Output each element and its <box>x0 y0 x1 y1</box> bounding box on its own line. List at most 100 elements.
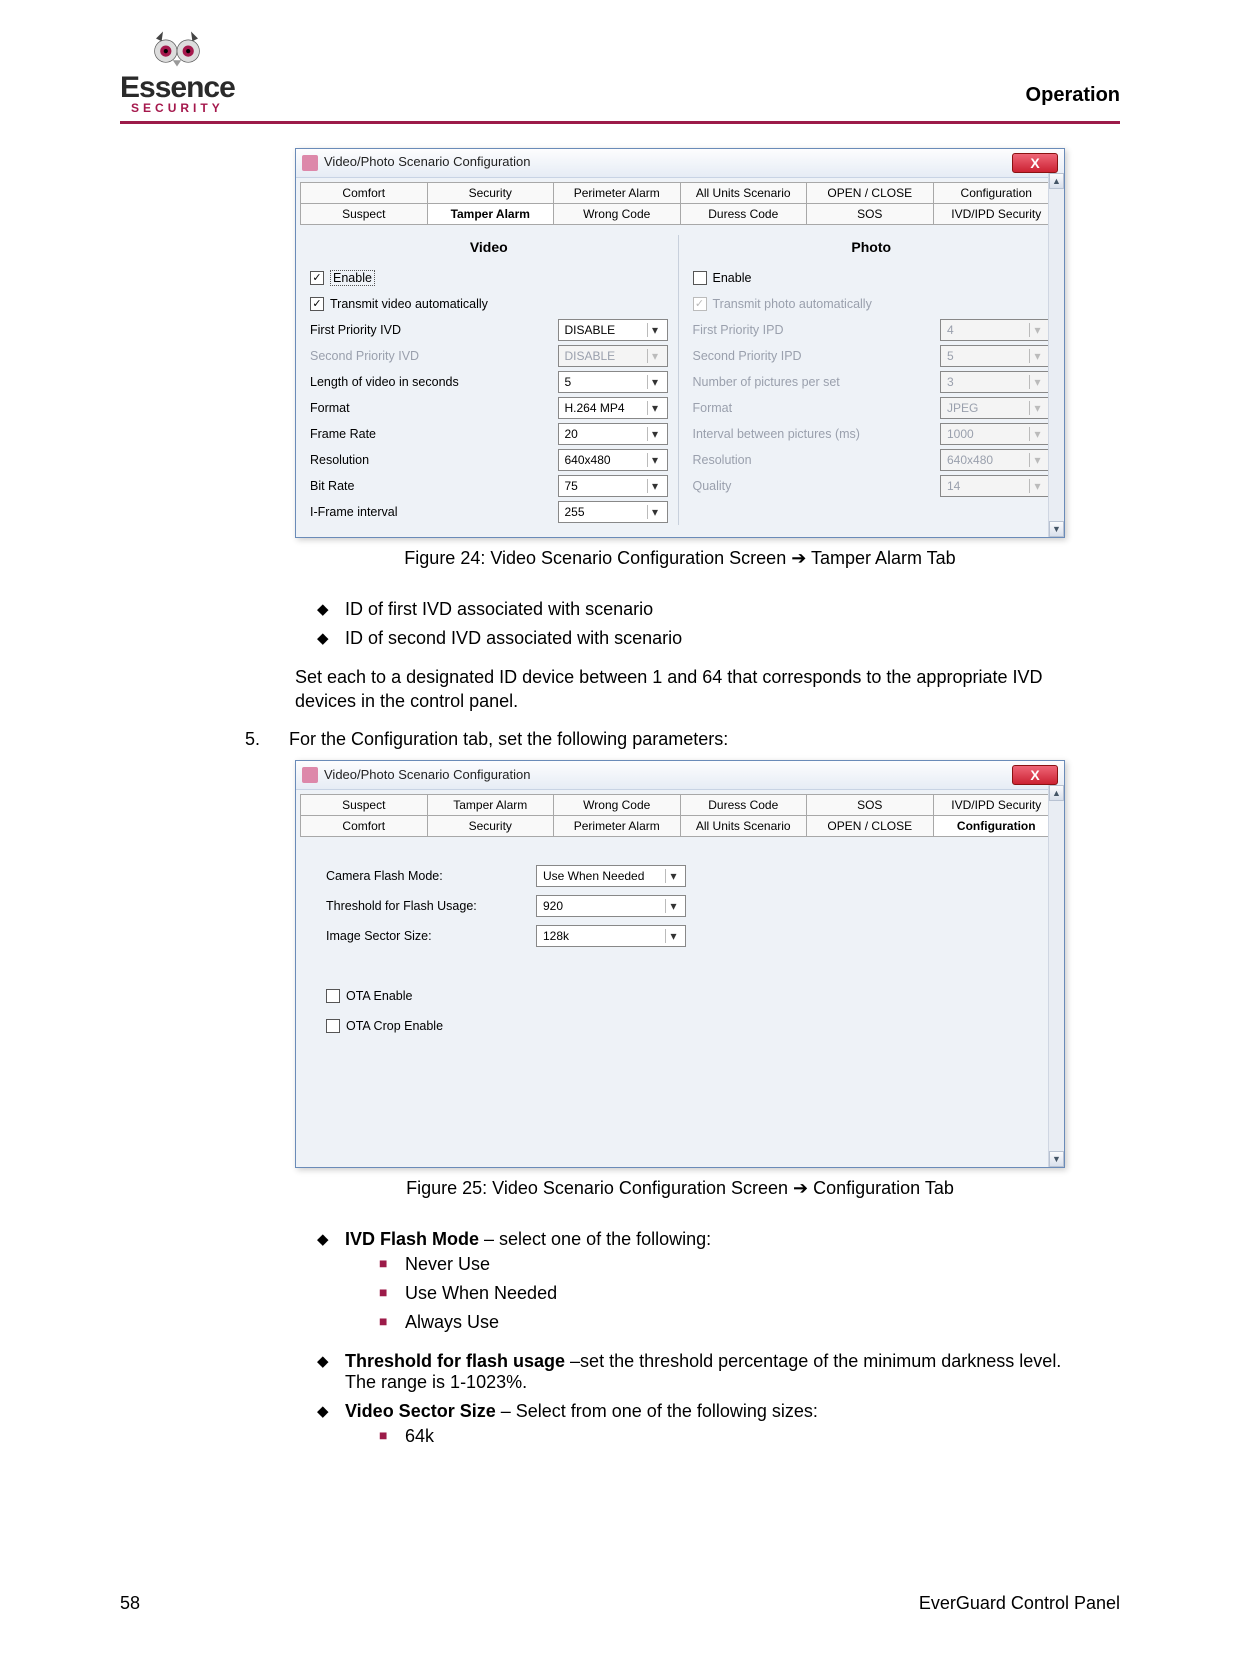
dropdown: 3▾ <box>940 371 1050 393</box>
numbered-step: 5. For the Configuration tab, set the fo… <box>245 729 1065 750</box>
dropdown: 4▾ <box>940 319 1050 341</box>
tab-configuration[interactable]: Configuration <box>934 183 1060 203</box>
close-button[interactable]: X <box>1012 153 1058 173</box>
tab-ivd-ipd-security[interactable]: IVD/IPD Security <box>934 795 1060 815</box>
field-label: Frame Rate <box>310 427 558 441</box>
chevron-down-icon: ▾ <box>665 869 681 883</box>
field-label: Image Sector Size: <box>326 929 536 943</box>
dropdown: 14▾ <box>940 475 1050 497</box>
dropdown[interactable]: 255▾ <box>558 501 668 523</box>
dropdown[interactable]: DISABLE▾ <box>558 319 668 341</box>
checkbox[interactable] <box>326 989 340 1003</box>
field-label: Resolution <box>310 453 558 467</box>
scrollbar[interactable]: ▲▼ <box>1048 173 1064 537</box>
tab-all-units-scenario[interactable]: All Units Scenario <box>681 816 808 836</box>
column-heading: Photo <box>693 239 1051 255</box>
scroll-up-button[interactable]: ▲ <box>1049 785 1064 801</box>
dropdown[interactable]: 128k▾ <box>536 925 686 947</box>
tab-all-units-scenario[interactable]: All Units Scenario <box>681 183 808 203</box>
dropdown[interactable]: 20▾ <box>558 423 668 445</box>
chevron-down-icon: ▾ <box>647 401 663 415</box>
dropdown: JPEG▾ <box>940 397 1050 419</box>
chevron-down-icon: ▾ <box>665 899 681 913</box>
chevron-down-icon: ▾ <box>1029 323 1045 337</box>
tab-perimeter-alarm[interactable]: Perimeter Alarm <box>554 816 681 836</box>
tab-suspect[interactable]: Suspect <box>301 204 428 224</box>
chevron-down-icon: ▾ <box>647 375 663 389</box>
brand-logo: Essence SECURITY <box>120 30 235 115</box>
dialog-title: Video/Photo Scenario Configuration <box>302 154 530 171</box>
field-label: Second Priority IVD <box>310 349 558 363</box>
column-heading: Video <box>310 239 668 255</box>
field-label: First Priority IVD <box>310 323 558 337</box>
bullet-list: ID of first IVD associated with scenario… <box>317 595 1065 653</box>
field-label: Camera Flash Mode: <box>326 869 536 883</box>
page-number: 58 <box>120 1593 140 1614</box>
scroll-down-button[interactable]: ▼ <box>1049 521 1064 537</box>
chevron-down-icon: ▾ <box>647 323 663 337</box>
paragraph: Set each to a designated ID device betwe… <box>295 665 1065 714</box>
page-header: Essence SECURITY Operation <box>120 30 1120 115</box>
tab-configuration[interactable]: Configuration <box>934 816 1060 836</box>
checkbox[interactable] <box>310 271 324 285</box>
tab-duress-code[interactable]: Duress Code <box>681 204 808 224</box>
chevron-down-icon: ▾ <box>1029 375 1045 389</box>
app-icon <box>302 767 318 783</box>
dropdown[interactable]: 5▾ <box>558 371 668 393</box>
dropdown[interactable]: 640x480▾ <box>558 449 668 471</box>
dropdown: 1000▾ <box>940 423 1050 445</box>
tab-sos[interactable]: SOS <box>807 204 934 224</box>
list-item: Threshold for flash usage –set the thres… <box>317 1347 1065 1397</box>
dropdown: 640x480▾ <box>940 449 1050 471</box>
tab-open-close[interactable]: OPEN / CLOSE <box>807 816 934 836</box>
figure-caption: Figure 25: Video Scenario Configuration … <box>295 1178 1065 1199</box>
dropdown[interactable]: H.264 MP4▾ <box>558 397 668 419</box>
chevron-down-icon: ▾ <box>647 479 663 493</box>
chevron-down-icon: ▾ <box>1029 427 1045 441</box>
chevron-down-icon: ▾ <box>1029 401 1045 415</box>
field-label: Bit Rate <box>310 479 558 493</box>
chevron-down-icon: ▾ <box>1029 479 1045 493</box>
scroll-up-button[interactable]: ▲ <box>1049 173 1064 189</box>
tab-ivd-ipd-security[interactable]: IVD/IPD Security <box>934 204 1060 224</box>
list-item: 64k <box>379 1422 1065 1451</box>
tab-sos[interactable]: SOS <box>807 795 934 815</box>
list-item: IVD Flash Mode – select one of the follo… <box>317 1225 1065 1347</box>
tab-tamper-alarm[interactable]: Tamper Alarm <box>428 204 555 224</box>
close-button[interactable]: X <box>1012 765 1058 785</box>
tab-comfort[interactable]: Comfort <box>301 183 428 203</box>
checkbox[interactable] <box>310 297 324 311</box>
tab-wrong-code[interactable]: Wrong Code <box>554 795 681 815</box>
dropdown[interactable]: Use When Needed▾ <box>536 865 686 887</box>
checkbox[interactable] <box>693 271 707 285</box>
dropdown: DISABLE▾ <box>558 345 668 367</box>
tab-duress-code[interactable]: Duress Code <box>681 795 808 815</box>
tab-suspect[interactable]: Suspect <box>301 795 428 815</box>
chevron-down-icon: ▾ <box>1029 453 1045 467</box>
tab-security[interactable]: Security <box>428 816 555 836</box>
tab-security[interactable]: Security <box>428 183 555 203</box>
dialog-tamper-alarm: Video/Photo Scenario Configuration X Com… <box>295 148 1065 538</box>
scrollbar[interactable]: ▲▼ <box>1048 785 1064 1167</box>
tab-strip: SuspectTamper AlarmWrong CodeDuress Code… <box>300 794 1060 837</box>
list-item: Always Use <box>379 1308 1065 1337</box>
scroll-down-button[interactable]: ▼ <box>1049 1151 1064 1167</box>
dropdown[interactable]: 75▾ <box>558 475 668 497</box>
tab-open-close[interactable]: OPEN / CLOSE <box>807 183 934 203</box>
list-item: Use When Needed <box>379 1279 1065 1308</box>
chevron-down-icon: ▾ <box>647 427 663 441</box>
chevron-down-icon: ▾ <box>1029 349 1045 363</box>
tab-comfort[interactable]: Comfort <box>301 816 428 836</box>
field-label: I-Frame interval <box>310 505 558 519</box>
field-label: First Priority IPD <box>693 323 941 337</box>
tab-perimeter-alarm[interactable]: Perimeter Alarm <box>554 183 681 203</box>
tab-wrong-code[interactable]: Wrong Code <box>554 204 681 224</box>
enable-label: Enable <box>330 270 375 286</box>
field-label: Number of pictures per set <box>693 375 941 389</box>
field-label: Interval between pictures (ms) <box>693 427 941 441</box>
field-label: Format <box>693 401 941 415</box>
checkbox[interactable] <box>326 1019 340 1033</box>
field-label: Threshold for Flash Usage: <box>326 899 536 913</box>
tab-tamper-alarm[interactable]: Tamper Alarm <box>428 795 555 815</box>
dropdown[interactable]: 920▾ <box>536 895 686 917</box>
